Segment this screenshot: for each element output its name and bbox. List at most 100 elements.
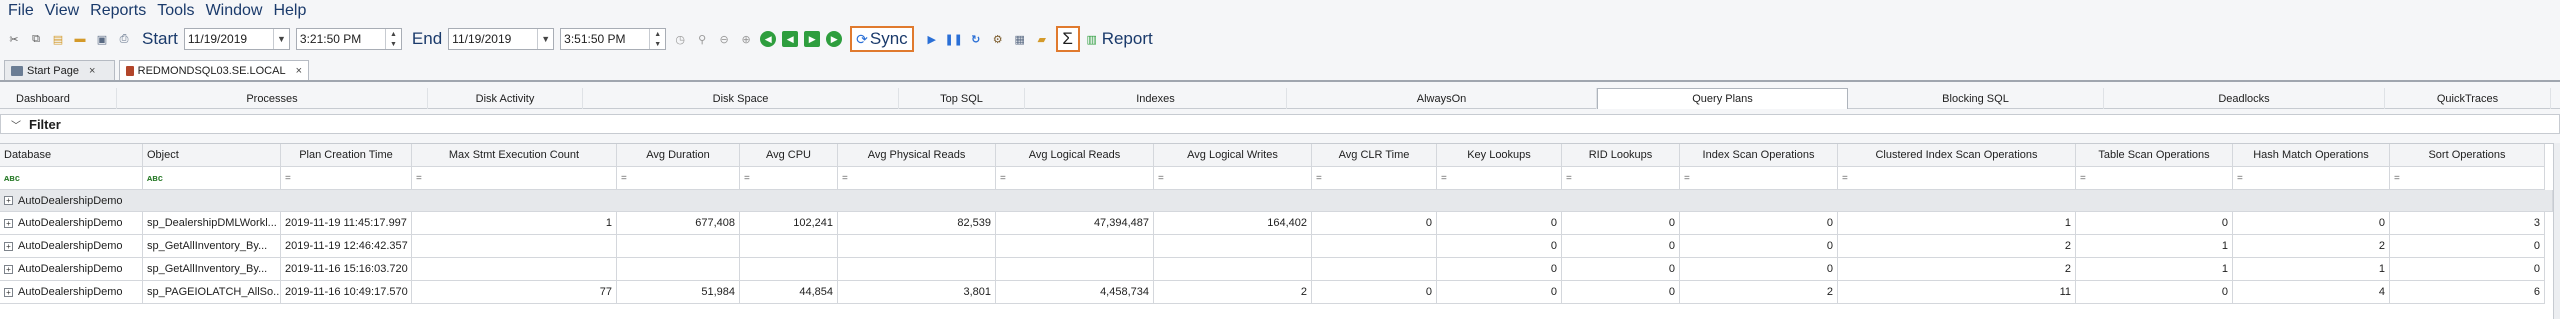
cell-key-lookups[interactable]: 0 [1437, 235, 1562, 258]
column-header-index-scan-operations[interactable]: Index Scan Operations [1680, 144, 1838, 167]
cell-avg-logical-reads[interactable] [996, 235, 1154, 258]
cell-key-lookups[interactable]: 0 [1437, 212, 1562, 235]
copy-icon[interactable]: ⧉ [28, 31, 44, 47]
play-icon[interactable]: ▶ [924, 31, 940, 47]
column-header-max-stmt-execution-count[interactable]: Max Stmt Execution Count [412, 144, 617, 167]
cell-object[interactable]: sp_DealershipDMLWorkl... [143, 212, 281, 235]
nav-first-icon[interactable]: ◀ [760, 31, 777, 47]
cell-avg-physical-reads[interactable] [838, 258, 996, 281]
cell-hash-match-operations[interactable]: 2 [2233, 235, 2390, 258]
column-header-avg-duration[interactable]: Avg Duration [617, 144, 740, 167]
end-date-picker[interactable]: 11/19/2019 ▼ [448, 28, 555, 50]
cell-avg-logical-writes[interactable]: 2 [1154, 281, 1312, 304]
search-icon[interactable]: ⚲ [694, 31, 710, 47]
menu-window[interactable]: Window [206, 0, 263, 22]
filter-cell-index-scan-operations[interactable]: = [1680, 167, 1838, 190]
cell-key-lookups[interactable]: 0 [1437, 258, 1562, 281]
filter-cell-avg-cpu[interactable]: = [740, 167, 838, 190]
new-file-icon[interactable]: ▤ [50, 31, 66, 47]
cell-avg-logical-writes[interactable]: 164,402 [1154, 212, 1312, 235]
column-header-hash-match-operations[interactable]: Hash Match Operations [2233, 144, 2390, 167]
table-row[interactable]: + AutoDealershipDemo sp_DealershipDMLWorkl… [0, 212, 2560, 235]
column-header-avg-clr-time[interactable]: Avg CLR Time [1312, 144, 1437, 167]
print-icon[interactable]: ⎙ [116, 31, 132, 47]
nav-prev-icon[interactable]: ◀ [782, 31, 799, 47]
cell-avg-logical-reads[interactable]: 4,458,734 [996, 281, 1154, 304]
cell-avg-logical-writes[interactable] [1154, 258, 1312, 281]
cell-avg-clr-time[interactable] [1312, 235, 1437, 258]
tab-dashboard[interactable]: Dashboard [0, 88, 117, 109]
cell-avg-physical-reads[interactable] [838, 235, 996, 258]
filter-cell-key-lookups[interactable]: = [1437, 167, 1562, 190]
filter-cell-avg-duration[interactable]: = [617, 167, 740, 190]
cell-index-scan-operations[interactable]: 0 [1680, 212, 1838, 235]
tab-top-sql[interactable]: Top SQL [899, 88, 1025, 109]
filter-cell-avg-clr-time[interactable]: = [1312, 167, 1437, 190]
filter-cell-max-stmt-execution-count[interactable]: = [412, 167, 617, 190]
cell-avg-clr-time[interactable] [1312, 258, 1437, 281]
chevron-down-icon[interactable]: ▼ [537, 29, 553, 49]
tab-indexes[interactable]: Indexes [1025, 88, 1287, 109]
tab-start-page[interactable]: Start Page × [4, 60, 115, 80]
filter-cell-avg-logical-reads[interactable]: = [996, 167, 1154, 190]
column-header-database[interactable]: Database [0, 144, 143, 167]
sum-toggle-button[interactable]: Σ [1055, 26, 1080, 52]
cell-sort-operations[interactable]: 3 [2390, 212, 2545, 235]
table-row[interactable]: + AutoDealershipDemo sp_GetAllInventory_By… [0, 258, 2560, 281]
cell-sort-operations[interactable]: 0 [2390, 235, 2545, 258]
cell-plan-creation-time[interactable]: 2019-11-19 11:45:17.997 [281, 212, 412, 235]
cell-clustered-index-scan-operations[interactable]: 2 [1838, 258, 2076, 281]
column-header-avg-logical-reads[interactable]: Avg Logical Reads [996, 144, 1154, 167]
cell-hash-match-operations[interactable]: 1 [2233, 258, 2390, 281]
cell-hash-match-operations[interactable]: 4 [2233, 281, 2390, 304]
close-icon[interactable]: × [296, 65, 302, 77]
filter-cell-avg-logical-writes[interactable]: = [1154, 167, 1312, 190]
cell-database[interactable]: + AutoDealershipDemo [0, 258, 143, 281]
cell-avg-clr-time[interactable]: 0 [1312, 281, 1437, 304]
refresh-icon[interactable]: ↻ [968, 31, 984, 47]
cell-avg-duration[interactable]: 51,984 [617, 281, 740, 304]
start-date-picker[interactable]: 11/19/2019 ▼ [183, 28, 290, 50]
nav-last-icon[interactable]: ▶ [826, 31, 843, 47]
tab-query-plans[interactable]: Query Plans [1597, 88, 1848, 109]
chevron-down-icon[interactable]: ▼ [272, 29, 289, 49]
nav-next-icon[interactable]: ▶ [804, 31, 821, 47]
menu-file[interactable]: File [8, 0, 34, 22]
filter-cell-plan-creation-time[interactable]: = [281, 167, 412, 190]
cell-database[interactable]: + AutoDealershipDemo [0, 235, 143, 258]
zoom-in-icon[interactable]: ⊕ [738, 31, 754, 47]
cell-max-stmt-execution-count[interactable]: 77 [412, 281, 617, 304]
spin-down-icon[interactable]: ▼ [386, 39, 401, 49]
cell-avg-clr-time[interactable]: 0 [1312, 212, 1437, 235]
cell-table-scan-operations[interactable]: 0 [2076, 281, 2233, 304]
cell-clustered-index-scan-operations[interactable]: 1 [1838, 212, 2076, 235]
tab-blocking-sql[interactable]: Blocking SQL [1848, 88, 2104, 109]
cell-table-scan-operations[interactable]: 0 [2076, 212, 2233, 235]
column-header-table-scan-operations[interactable]: Table Scan Operations [2076, 144, 2233, 167]
cell-plan-creation-time[interactable]: 2019-11-19 12:46:42.357 [281, 235, 412, 258]
cell-avg-logical-writes[interactable] [1154, 235, 1312, 258]
spin-up-icon[interactable]: ▲ [386, 29, 401, 39]
table-row[interactable]: + AutoDealershipDemo sp_GetAllInventory_By… [0, 235, 2560, 258]
expand-icon[interactable]: + [4, 287, 13, 297]
cell-avg-cpu[interactable] [740, 235, 838, 258]
report-button[interactable]: ▥ Report [1084, 29, 1152, 49]
spin-down-icon[interactable]: ▼ [650, 39, 665, 49]
cell-database[interactable]: + AutoDealershipDemo [0, 281, 143, 304]
start-time-spinner[interactable]: ▲ ▼ [384, 29, 401, 49]
cell-table-scan-operations[interactable]: 1 [2076, 235, 2233, 258]
column-header-rid-lookups[interactable]: RID Lookups [1562, 144, 1680, 167]
cell-plan-creation-time[interactable]: 2019-11-16 15:16:03.720 [281, 258, 412, 281]
expand-icon[interactable]: + [4, 218, 13, 228]
expand-icon[interactable]: + [4, 241, 13, 251]
cell-avg-physical-reads[interactable]: 82,539 [838, 212, 996, 235]
pause-icon[interactable]: ❚❚ [944, 31, 962, 47]
tab-disk-activity[interactable]: Disk Activity [428, 88, 583, 109]
cell-object[interactable]: sp_PAGEIOLATCH_AllSo... [143, 281, 281, 304]
filter-cell-sort-operations[interactable]: = [2390, 167, 2545, 190]
chevron-down-icon[interactable]: ﹀ [11, 117, 21, 132]
save-icon[interactable]: ▣ [94, 31, 110, 47]
cell-avg-duration[interactable] [617, 258, 740, 281]
column-header-object[interactable]: Object [143, 144, 281, 167]
cell-avg-duration[interactable]: 677,408 [617, 212, 740, 235]
